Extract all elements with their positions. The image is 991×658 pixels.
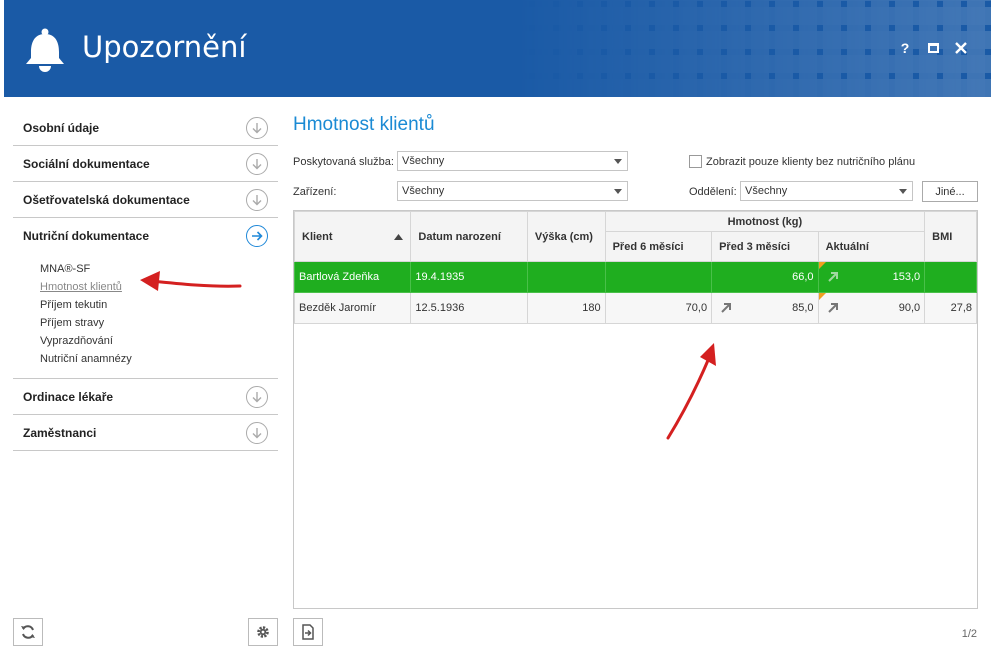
column-header-before3[interactable]: Před 3 měsíci [711,231,819,262]
column-header-current[interactable]: Aktuální [817,231,926,262]
nav-section-doctor[interactable]: Ordinace lékaře [13,379,278,415]
warning-flag-icon [818,262,826,269]
expand-down-icon[interactable] [246,188,268,211]
department-label: Oddělení: [689,186,737,198]
weight-table: Klient Datum narození Výška (cm) Hmotnos… [293,210,978,609]
service-select[interactable]: Všechny [397,151,628,171]
column-header-client[interactable]: Klient [293,211,412,262]
export-button[interactable] [293,618,323,646]
expand-right-icon[interactable] [246,225,268,247]
expand-down-icon[interactable] [246,421,268,444]
trend-up-icon [827,272,838,282]
nav-section-label: Nutriční dokumentace [23,229,150,243]
service-select-value: Všechny [402,155,445,167]
refresh-icon [21,625,35,639]
table-row[interactable]: Bezděk Jaromír 12.5.1936 180 70,0 85,0 9… [293,292,977,324]
help-button[interactable]: ? [897,40,913,56]
settings-button[interactable] [248,618,278,646]
chevron-down-icon [614,159,622,164]
nav-section-label: Ordinace lékaře [23,389,114,404]
cell-birth: 19.4.1935 [410,261,528,293]
cell-before6 [604,261,713,293]
sidebar: Osobní údaje Sociální dokumentace Ošetřo… [13,110,278,451]
cell-current: 153,0 [817,261,926,293]
trend-up-icon [721,303,732,313]
expand-down-icon[interactable] [246,152,268,175]
nav-section-nutrition[interactable]: Nutriční dokumentace [13,218,278,254]
page-title: Hmotnost klientů [293,114,435,135]
department-select[interactable]: Všechny [740,181,913,201]
cell-before3: 85,0 [711,292,819,324]
expand-down-icon[interactable] [246,385,268,408]
column-header-height[interactable]: Výška (cm) [526,211,606,262]
cell-birth: 12.5.1936 [410,292,528,324]
table-row[interactable]: Bartlová Zdeňka 19.4.1935 66,0 153,0 [293,261,977,293]
maximize-button[interactable] [925,40,941,56]
nav-section-personal[interactable]: Osobní údaje [13,110,278,146]
trend-up-icon [827,303,838,313]
chevron-down-icon [614,189,622,194]
submenu-item-weight[interactable]: Hmotnost klientů [40,278,278,296]
bell-icon [26,28,64,72]
column-group-weight: Hmotnost (kg) [604,211,926,232]
column-header-label: Klient [302,230,333,243]
cell-height: 180 [526,292,606,324]
cell-current-value: 90,0 [898,302,921,314]
service-label: Poskytovaná služba: [293,156,394,168]
submenu-item-food[interactable]: Příjem stravy [40,314,278,332]
gear-icon [257,626,269,638]
app-header: Upozornění ? [4,0,991,97]
chevron-down-icon [899,189,907,194]
cell-current-value: 153,0 [892,271,921,283]
department-select-value: Všechny [745,185,788,197]
column-header-bmi[interactable]: BMI [924,211,977,262]
close-icon [955,42,967,54]
cell-bmi: 27,8 [924,292,977,324]
nutrition-submenu: MNA®-SF Hmotnost klientů Příjem tekutin … [13,254,278,379]
facility-select-value: Všechny [402,185,445,197]
cell-bmi [924,261,977,293]
other-button[interactable]: Jiné... [922,181,978,202]
cell-client: Bezděk Jaromír [293,292,412,324]
nav-section-label: Sociální dokumentace [23,156,150,171]
warning-flag-icon [818,293,826,300]
cell-before6: 70,0 [604,292,713,324]
nav-section-social[interactable]: Sociální dokumentace [13,146,278,182]
submenu-item-excretion[interactable]: Vyprazdňování [40,332,278,350]
submenu-item-mna[interactable]: MNA®-SF [40,260,278,278]
submenu-item-anamnesis[interactable]: Nutriční anamnézy [40,350,278,368]
nav-section-label: Osobní údaje [23,120,100,135]
facility-label: Zařízení: [293,186,337,198]
nav-section-label: Zaměstnanci [23,425,97,440]
page-indicator: 1/2 [961,628,977,640]
no-plan-checkbox[interactable] [689,155,702,168]
submenu-item-fluids[interactable]: Příjem tekutin [40,296,278,314]
sort-asc-icon [394,234,404,240]
facility-select[interactable]: Všechny [397,181,628,201]
column-header-before6[interactable]: Před 6 měsíci [604,231,713,262]
cell-client: Bartlová Zdeňka [293,261,412,293]
app-title: Upozornění [82,30,247,64]
cell-current: 90,0 [817,292,926,324]
nav-section-employees[interactable]: Zaměstnanci [13,415,278,451]
expand-down-icon[interactable] [246,116,268,139]
refresh-button[interactable] [13,618,43,646]
maximize-icon [927,43,939,53]
nav-section-nursing[interactable]: Ošetřovatelská dokumentace [13,182,278,218]
nav-section-label: Ošetřovatelská dokumentace [23,192,190,207]
close-button[interactable] [953,40,969,56]
cell-height [526,261,606,293]
export-icon [302,624,314,640]
cell-before3: 66,0 [711,261,819,293]
cell-before3-value: 85,0 [792,302,814,314]
no-plan-label: Zobrazit pouze klienty bez nutričního pl… [706,156,916,168]
column-header-birth[interactable]: Datum narození [410,211,528,262]
